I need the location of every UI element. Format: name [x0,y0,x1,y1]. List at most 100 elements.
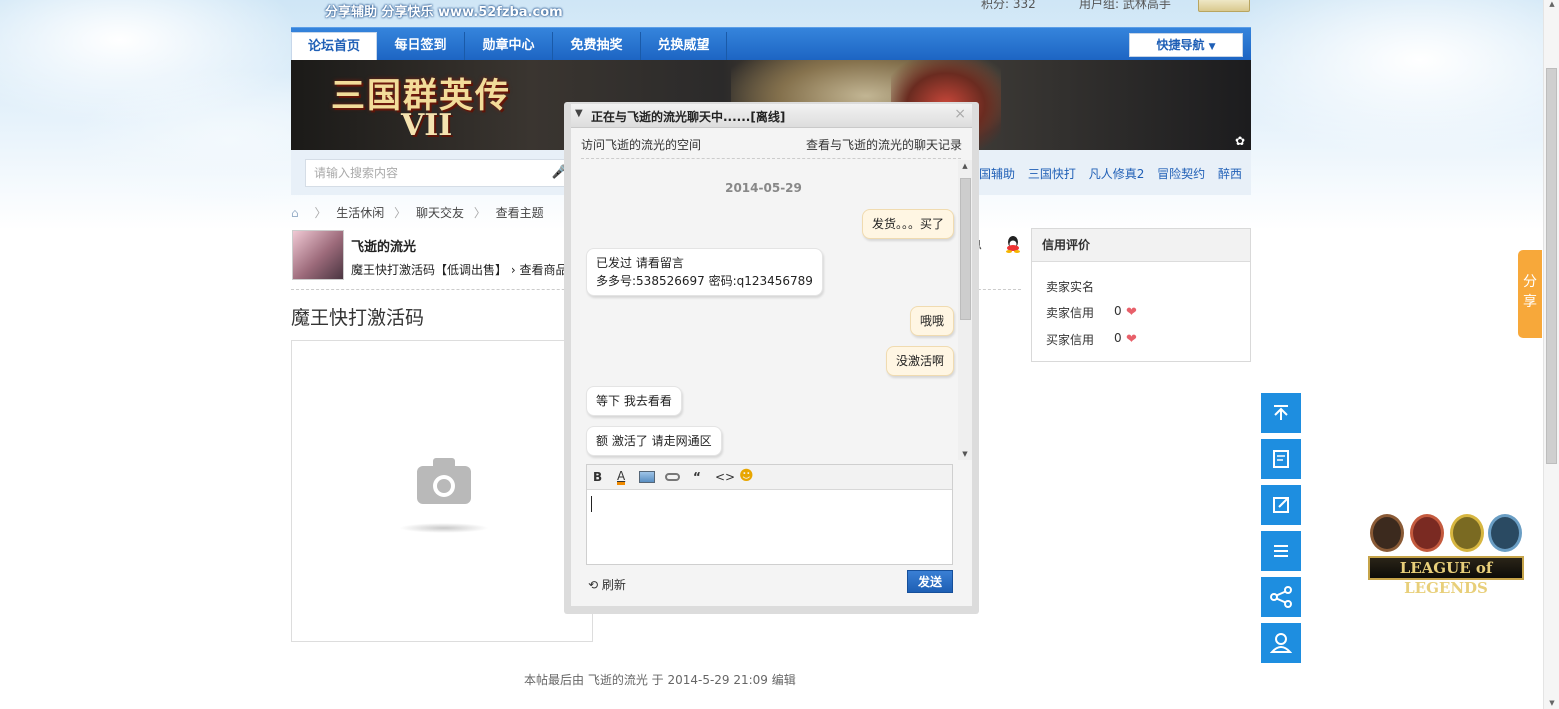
visit-space-link[interactable]: 访问飞逝的流光的空间 [581,136,701,153]
chat-links: 访问飞逝的流光的空间 查看与飞逝的流光的聊天记录 [571,132,972,156]
caret-down-icon: ▼ [1208,42,1216,52]
chat-window[interactable]: ▼ 正在与飞逝的流光聊天中......[离线] × 访问飞逝的流光的空间 查看与… [564,102,979,614]
lol-badge-icon [1488,514,1522,552]
chat-body: ▼ 正在与飞逝的流光聊天中......[离线] × 访问飞逝的流光的空间 查看与… [571,104,972,606]
hot-link[interactable]: 三国快打 [1028,167,1076,181]
quick-nav-button[interactable]: 快捷导航 ▼ [1129,33,1243,57]
nav-exchange-prestige[interactable]: 兑换威望 [641,32,727,61]
message-text: 等下 我去看看 [596,394,672,408]
credit-row-realname: 卖家实名 [1046,278,1094,295]
lol-badge-icon [1410,514,1444,552]
search-placeholder: 请输入搜索内容 [314,166,399,180]
seller-avatar[interactable] [292,230,344,280]
message-bubble-sent: 发货。。。买了 [861,209,954,239]
scroll-up-icon[interactable]: ▲ [958,162,972,170]
site-promo-text: 分享辅助 分享快乐 www.52fzba.com [325,5,563,20]
top-strip: 分享辅助 分享快乐 www.52fzba.com 积分: 332 用户组: 武林… [291,0,1251,27]
emoji-icon[interactable]: ☻ [739,468,754,484]
text-caret [591,496,592,512]
chat-scrollbar[interactable]: ▲ ▼ [958,160,972,460]
refresh-button[interactable]: ⟲ 刷新 [588,576,626,593]
usergroup-label[interactable]: 用户组: 武林高手 [1079,0,1171,12]
collapse-icon[interactable]: ▼ [575,108,583,119]
quick-nav-label: 快捷导航 [1156,38,1205,52]
refresh-icon: ⟲ [588,578,599,592]
chat-history-link[interactable]: 查看与飞逝的流光的聊天记录 [806,136,962,153]
goods-image-placeholder[interactable] [291,340,593,642]
qq-icon[interactable] [1005,235,1021,253]
message-bubble-sent: 没激活啊 [885,346,954,376]
paw-icon: ✿ [1235,134,1246,148]
link-icon[interactable] [665,473,680,481]
breadcrumb-item[interactable]: 聊天交友 [416,206,464,220]
nav-forum-home[interactable]: 论坛首页 [291,32,377,61]
heart-icon: ❤ [1126,332,1137,347]
home-icon[interactable]: ⌂ [291,206,299,220]
view-goods-link[interactable]: › 查看商品 [511,263,568,277]
credit-label: 买家信用 [1046,333,1095,347]
user-icon [1269,633,1293,653]
share-tab[interactable]: 分享 [1518,250,1542,338]
nav-daily-checkin[interactable]: 每日签到 [377,32,465,61]
chat-title: 正在与飞逝的流光聊天中......[离线] [591,110,786,124]
page-scroll-thumb[interactable] [1546,68,1557,464]
chat-scroll-thumb[interactable] [960,178,971,320]
banner-subtitle: VII [401,108,453,143]
breadcrumb-separator: 〉 [473,206,486,220]
breadcrumb-item[interactable]: 生活休闲 [336,206,384,220]
nav-free-lottery[interactable]: 免费抽奖 [553,32,641,61]
message-bubble-sent: 哦哦 [909,306,954,336]
league-of-legends-ad[interactable]: LEAGUE of LEGENDS [1368,514,1524,597]
lol-logo-text: LEAGUE of LEGENDS [1368,556,1524,597]
nav-medal-center[interactable]: 勋章中心 [465,32,553,61]
points-label: 积分: 332 [981,0,1036,11]
divider [581,158,961,159]
goods-title[interactable]: 魔王快打激活码【低调出售】 [351,263,507,277]
code-button[interactable]: <> [715,470,735,484]
close-icon[interactable]: × [954,106,966,122]
font-color-button[interactable]: A [617,470,626,485]
scroll-down-icon[interactable]: ▼ [1544,699,1559,707]
chat-header[interactable]: ▼ 正在与飞逝的流光聊天中......[离线] × [571,104,972,128]
new-post-button[interactable] [1261,485,1301,525]
credit-row-buyer: 买家信用 0 ❤ [1046,331,1137,348]
hot-links: 三国辅助 三国快打 凡人修真2 冒险契约 醉西游 [967,165,1251,199]
message-bubble-received: 等下 我去看看 [586,386,682,416]
scroll-up-icon[interactable]: ▲ [1544,0,1559,8]
main-nav: 论坛首页 每日签到 勋章中心 免费抽奖 兑换威望 快捷导航 ▼ [291,27,1251,61]
message-bubble-received: 已发过 请看留言 多多号:538526697 密码:q123456789 [586,248,823,296]
back-to-top-button[interactable] [1261,393,1301,433]
message-editor[interactable]: B A “ <> ☻ [586,464,953,565]
chat-message-list: 2014-05-29 发货。。。买了 已发过 请看留言 多多号:53852669… [571,160,956,460]
seller-name[interactable]: 飞逝的流光 [351,236,416,255]
refresh-label: 刷新 [601,578,626,592]
document-icon [1273,450,1289,468]
send-button[interactable]: 发送 [907,570,953,593]
menu-button[interactable] [1261,531,1301,571]
camera-icon [417,458,471,504]
search-input[interactable]: 请输入搜索内容 🎤 [305,159,575,187]
image-icon[interactable] [639,471,655,483]
message-text: 多多号:538526697 密码:q123456789 [596,274,813,288]
credit-row-seller: 卖家信用 0 ❤ [1046,304,1137,321]
credit-value: 0 [1114,331,1122,345]
lol-badge-icon [1370,514,1404,552]
bold-button[interactable]: B [593,470,602,484]
quote-button[interactable]: “ [693,470,701,484]
customer-service-button[interactable] [1261,623,1301,663]
share-button[interactable] [1261,577,1301,617]
credit-label: 卖家信用 [1046,306,1095,320]
camera-shadow [399,523,489,533]
heart-icon: ❤ [1126,305,1137,320]
post-list-button[interactable] [1261,439,1301,479]
breadcrumb-item: 查看主题 [495,206,544,220]
edit-footnote: 本帖最后由 飞逝的流光 于 2014-5-29 21:09 编辑 [524,673,796,687]
hot-link[interactable]: 凡人修真2 [1089,167,1145,181]
chat-date: 2014-05-29 [725,181,802,195]
credit-rating-panel: 信用评价 卖家实名 卖家信用 0 ❤ 买家信用 0 ❤ [1031,228,1251,362]
medal-badge[interactable] [1198,0,1250,12]
hot-link[interactable]: 冒险契约 [1157,167,1205,181]
scroll-down-icon[interactable]: ▼ [958,450,972,458]
page-scrollbar[interactable]: ▲ ▼ [1543,0,1559,709]
breadcrumb-separator: 〉 [314,206,327,220]
